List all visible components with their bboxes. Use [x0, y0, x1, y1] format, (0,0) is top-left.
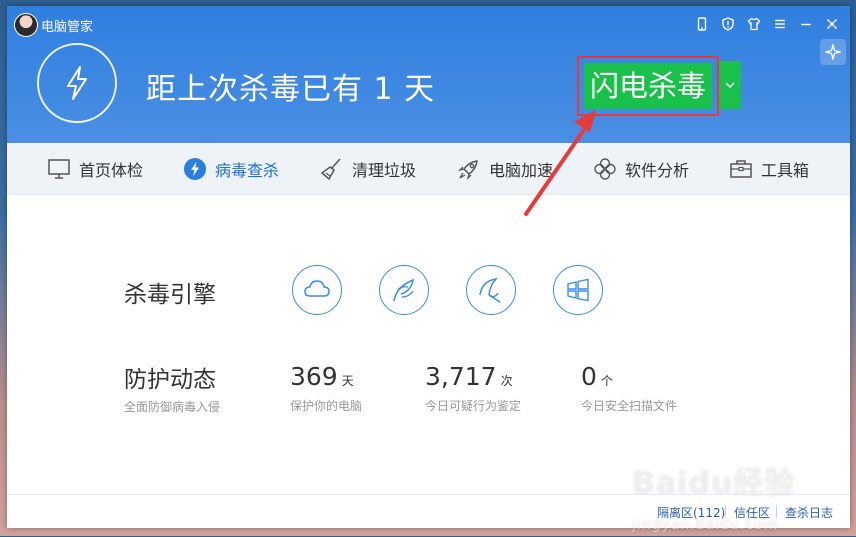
tab-virus-scan[interactable]: 病毒查杀	[183, 143, 279, 194]
windows-icon[interactable]	[553, 265, 603, 315]
sparkle-icon[interactable]	[820, 39, 846, 65]
menu-icon[interactable]	[770, 14, 790, 34]
window-controls	[692, 14, 842, 34]
monitor-icon	[48, 158, 70, 179]
broom-icon	[320, 158, 341, 180]
chevron-down-icon	[725, 82, 735, 89]
stat-desc: 今日可疑行为鉴定	[425, 399, 522, 413]
protection-label: 防护动态	[124, 367, 216, 393]
stat-unit: 天	[341, 374, 354, 388]
tab-label: 首页体检	[79, 160, 144, 180]
flash-scan-button[interactable]: 闪电杀毒	[584, 63, 712, 109]
lightning-icon	[184, 157, 206, 180]
tab-label: 病毒查杀	[215, 160, 280, 180]
tab-speed-up[interactable]: 电脑加速	[457, 143, 553, 194]
engine-label: 杀毒引擎	[124, 282, 216, 308]
cloud-icon[interactable]	[292, 265, 342, 315]
main-nav: 首页体检 病毒查杀 清理垃圾 电脑加速 软件分析 工具箱	[7, 143, 850, 195]
minimize-icon[interactable]	[796, 14, 816, 34]
tab-label: 软件分析	[625, 160, 690, 180]
stat-value: 369	[290, 362, 338, 391]
umbrella-icon[interactable]	[466, 265, 516, 315]
phone-icon[interactable]	[692, 14, 712, 34]
skin-icon[interactable]	[744, 14, 764, 34]
tab-home-check[interactable]: 首页体检	[47, 143, 143, 194]
stat-desc: 今日安全扫描文件	[581, 399, 678, 413]
stat-value: 0	[581, 362, 597, 391]
app-logo	[14, 13, 38, 37]
stat-suspicious-checks: 3,717 次 今日可疑行为鉴定	[425, 362, 521, 414]
lightning-badge-icon	[37, 43, 117, 123]
baidu-watermark: Baidu经验 jingyan.baidu.com	[632, 458, 795, 537]
stat-unit: 次	[500, 374, 513, 388]
tab-clean-junk[interactable]: 清理垃圾	[320, 143, 416, 194]
stat-value: 3,717	[425, 362, 497, 391]
scan-status-text: 距上次杀毒已有 1 天	[146, 72, 436, 107]
protection-sub: 全面防御病毒入侵	[124, 400, 221, 414]
shield-icon[interactable]	[718, 14, 738, 34]
toolbox-icon	[730, 159, 752, 178]
tab-label: 电脑加速	[489, 160, 554, 180]
tab-software-analysis[interactable]: 软件分析	[593, 143, 689, 194]
stat-scanned-files: 0个 今日安全扫描文件	[581, 362, 677, 414]
tab-toolbox[interactable]: 工具箱	[729, 143, 809, 194]
main-window: 电脑管家 距上次杀毒已有 1 天 闪电杀毒 首页体检 病毒查杀 清理垃圾 电脑加…	[7, 6, 850, 528]
watermark-text: Baidu经验	[632, 466, 796, 501]
stat-desc: 保护你的电脑	[290, 399, 363, 413]
app-title: 电脑管家	[41, 20, 94, 35]
stat-unit: 个	[600, 374, 613, 388]
flash-scan-dropdown[interactable]	[719, 61, 741, 109]
flower-icon	[594, 157, 616, 180]
rocket-icon	[457, 159, 478, 180]
flash-scan-highlight: 闪电杀毒	[577, 56, 719, 116]
tab-label: 工具箱	[761, 160, 810, 180]
tab-label: 清理垃圾	[352, 160, 417, 180]
header: 电脑管家 距上次杀毒已有 1 天 闪电杀毒	[7, 6, 850, 143]
watermark-sub: jingyan.baidu.com	[632, 517, 779, 533]
stat-protect-days: 369 天 保护你的电脑	[290, 362, 362, 414]
close-icon[interactable]	[822, 14, 842, 34]
feather-icon[interactable]	[379, 265, 429, 315]
title-bar: 电脑管家	[7, 6, 850, 40]
